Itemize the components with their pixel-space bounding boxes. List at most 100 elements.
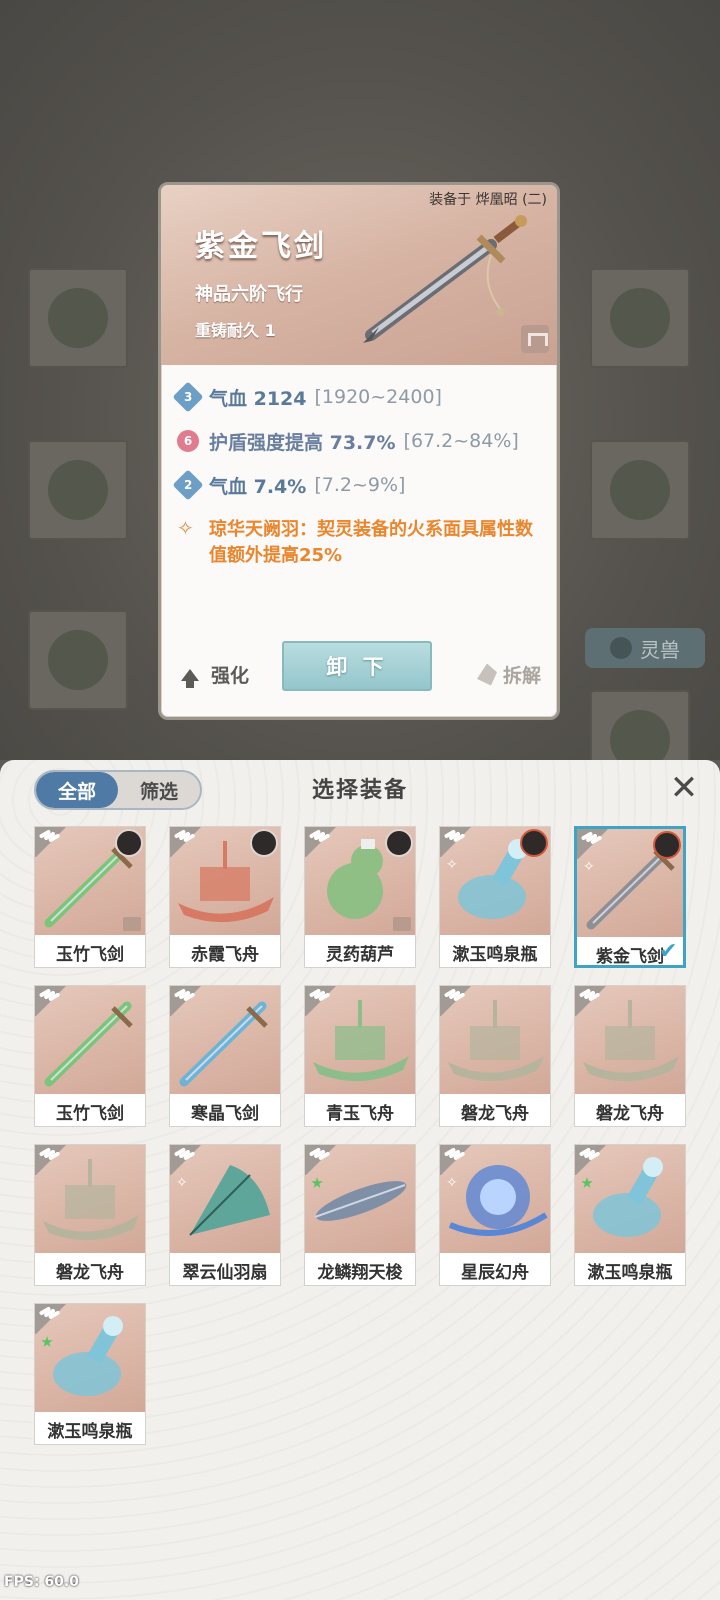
equipment-card[interactable]: 磐龙飞舟: [439, 985, 551, 1127]
wing-rank-icon: [170, 827, 204, 857]
equipment-card[interactable]: 玉竹飞剑: [34, 826, 146, 968]
equipment-card[interactable]: 漱玉鸣泉瓶: [574, 1144, 686, 1286]
equipment-card[interactable]: ✧ 星辰幻舟: [439, 1144, 551, 1286]
wing-rank-icon: [575, 986, 609, 1016]
equipped-on-label: 装备于 烨凰昭 (二): [429, 192, 547, 208]
tab-all[interactable]: 全部: [36, 772, 118, 808]
stat-value: 护盾强度提高 73.7%: [209, 431, 396, 454]
fire-element-icon: ✧: [446, 857, 458, 873]
equipment-card[interactable]: 磐龙飞舟: [574, 985, 686, 1127]
equipment-name: 青玉飞舟: [326, 1103, 394, 1124]
stat-level-icon: 3: [172, 381, 204, 413]
stat-row: 2 气血 7.4% [7.2~9%]: [172, 463, 547, 507]
wing-rank-icon: [170, 1145, 204, 1175]
item-grade: 神品六阶飞行: [195, 284, 303, 305]
equipment-art: ✧: [577, 829, 683, 937]
equipment-name: 龙鳞翔天梭: [317, 1262, 403, 1283]
bg-equip-slot: [28, 440, 128, 540]
dismantle-label: 拆解: [502, 665, 541, 687]
stat-row: 6 护盾强度提高 73.7% [67.2~84%]: [177, 419, 547, 463]
equipment-art: [35, 827, 145, 935]
stat-range: [67.2~84%]: [403, 430, 519, 452]
stat-value: 气血 2124: [209, 387, 307, 410]
equipment-card[interactable]: ✧ 漱玉鸣泉瓶: [439, 826, 551, 968]
stat-row: 3 气血 2124 [1920~2400]: [172, 375, 547, 419]
equipment-art: [35, 1145, 145, 1253]
equipment-detail-popup: 装备于 烨凰昭 (二) 紫金飞剑 神品六阶飞行 重铸耐久 1 3 气血 2124…: [158, 182, 560, 720]
wing-rank-icon: [35, 827, 69, 857]
item-name: 紫金飞剑: [195, 229, 327, 264]
equipment-name: 漱玉鸣泉瓶: [452, 944, 538, 965]
equipment-card[interactable]: 赤霞飞舟: [169, 826, 281, 968]
equipment-art: ✧: [440, 827, 550, 935]
spirit-beast-label: 灵兽: [640, 637, 680, 662]
equipment-name: 玉竹飞剑: [56, 1103, 124, 1124]
equipment-card[interactable]: 寒晶飞剑: [169, 985, 281, 1127]
equipment-card[interactable]: 漱玉鸣泉瓶: [34, 1303, 146, 1445]
equipment-name: 灵药葫芦: [326, 944, 394, 965]
equipment-art: [305, 986, 415, 1094]
owner-avatar: [250, 829, 278, 857]
enhance-label: 强化: [211, 665, 250, 687]
wing-rank-icon: [305, 1145, 339, 1175]
equipment-card[interactable]: 灵药葫芦: [304, 826, 416, 968]
equipment-name: 玉竹飞剑: [56, 944, 124, 965]
stat-range: [1920~2400]: [314, 386, 442, 408]
equipment-art: [575, 1145, 685, 1253]
wing-rank-icon: [440, 986, 474, 1016]
spirit-beast-icon: [610, 637, 632, 659]
wing-rank-icon: [575, 1145, 609, 1175]
close-icon[interactable]: ✕: [666, 770, 702, 806]
tab-filter[interactable]: 筛选: [118, 772, 200, 808]
equipment-art: [170, 986, 280, 1094]
dismantle-button[interactable]: 拆解: [476, 661, 541, 688]
equipment-card[interactable]: 玉竹飞剑: [34, 985, 146, 1127]
lock-icon: [123, 917, 141, 931]
equipment-name: 磐龙飞舟: [461, 1103, 529, 1124]
equipment-name: 磐龙飞舟: [56, 1262, 124, 1283]
bg-equip-slot: [590, 440, 690, 540]
wing-rank-icon: [305, 986, 339, 1016]
bg-equip-slot: [590, 268, 690, 368]
equipment-name: 赤霞飞舟: [191, 944, 259, 965]
sword-illustration: [363, 215, 527, 343]
equipment-art: [440, 986, 550, 1094]
stat-level-icon: 6: [177, 430, 199, 452]
unequip-button[interactable]: 卸 下: [282, 641, 432, 691]
equipment-name: 漱玉鸣泉瓶: [47, 1421, 133, 1442]
owner-avatar: [653, 831, 681, 859]
wing-rank-icon: [170, 986, 204, 1016]
enhance-button[interactable]: 强化: [181, 661, 249, 688]
equipment-name: 星辰幻舟: [461, 1262, 529, 1283]
stat-value: 气血 7.4%: [209, 475, 307, 498]
detail-header: 装备于 烨凰昭 (二) 紫金飞剑 神品六阶飞行 重铸耐久 1: [161, 185, 557, 365]
equipment-card[interactable]: ✧ 翠云仙羽扇: [169, 1144, 281, 1286]
equipment-name: 寒晶飞剑: [191, 1103, 259, 1124]
equipment-name: 磐龙飞舟: [596, 1103, 664, 1124]
equipment-card[interactable]: 磐龙飞舟: [34, 1144, 146, 1286]
stat-range: [7.2~9%]: [314, 474, 406, 496]
equipment-art: [575, 986, 685, 1094]
stat-level-icon: 2: [172, 469, 204, 501]
equipment-art: [170, 827, 280, 935]
fps-counter: FPS: 60.0: [4, 1574, 79, 1590]
equipment-art: ✧: [170, 1145, 280, 1253]
wing-rank-icon: [440, 827, 474, 857]
lock-icon[interactable]: [521, 325, 549, 353]
equipment-grid: 玉竹飞剑 赤霞飞舟 灵药葫芦 ✧ 漱玉鸣泉瓶 ✧ 紫金飞剑 ✔ 玉竹飞剑 寒晶飞剑 青玉飞舟 磐龙飞舟…: [34, 826, 686, 1445]
wing-rank-icon: [35, 1145, 69, 1175]
equipment-card[interactable]: ✧ 紫金飞剑 ✔: [574, 826, 686, 968]
checkmark-icon: ✔: [659, 939, 678, 964]
wing-rank-icon: [577, 829, 611, 859]
equipment-art: [35, 986, 145, 1094]
owner-avatar: [385, 829, 413, 857]
equipment-name: 翠云仙羽扇: [182, 1262, 268, 1283]
equipment-art: [305, 1145, 415, 1253]
set-skill: ✧ 琼华天阙羽：契灵装备的火系面具属性数值额外提高25%: [177, 517, 547, 569]
equipment-card[interactable]: 青玉飞舟: [304, 985, 416, 1127]
equipment-card[interactable]: 龙鳞翔天梭: [304, 1144, 416, 1286]
equipment-select-panel: 全部 筛选 选择装备 ✕ 玉竹飞剑 赤霞飞舟 灵药葫芦 ✧ 漱玉鸣泉瓶 ✧ 紫金飞剑 ✔ 玉竹飞…: [0, 760, 720, 1600]
stats-list: 3 气血 2124 [1920~2400] 6 护盾强度提高 73.7% [67…: [172, 375, 547, 569]
fire-element-icon: ✧: [446, 1175, 458, 1191]
equipment-art: [35, 1304, 145, 1412]
